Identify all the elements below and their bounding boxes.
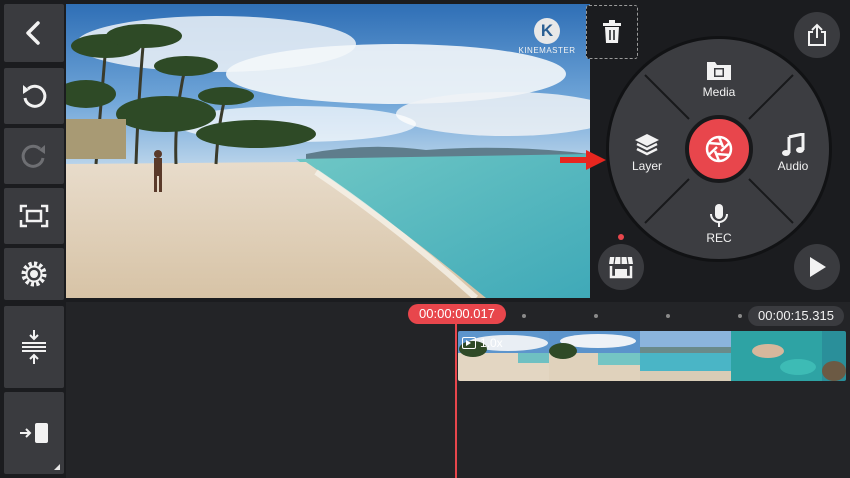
redo-button[interactable]: [4, 128, 64, 184]
thumb-5: [822, 331, 846, 381]
microphone-icon: [710, 204, 728, 227]
play-icon: [810, 257, 826, 277]
jump-to-end-icon: [20, 423, 48, 443]
media-label: Media: [702, 85, 736, 99]
back-button[interactable]: [4, 4, 64, 62]
clip-speed-indicator: 1.0x: [462, 336, 503, 350]
chevron-left-icon: [26, 21, 40, 45]
audio-label: Audio: [777, 159, 809, 173]
timeline[interactable]: [66, 302, 850, 478]
thumb-2: [549, 331, 640, 381]
thumb-4: [731, 331, 822, 381]
media-wheel: Media Layer Audio REC: [606, 36, 832, 262]
clip-speed-label: 1.0x: [480, 336, 503, 350]
media-button[interactable]: Media: [689, 59, 749, 103]
kinemaster-watermark: K KINEMASTER: [518, 18, 576, 55]
layers-icon: [635, 134, 659, 156]
playhead[interactable]: [455, 318, 457, 478]
layer-label: Layer: [631, 159, 663, 173]
music-note-icon: [782, 133, 805, 156]
pointer-arrow-icon: [560, 150, 606, 170]
store-icon: [609, 256, 633, 279]
timeline-tick: [738, 314, 742, 318]
timeline-tick: [522, 314, 526, 318]
crop-frame-icon: [19, 204, 49, 228]
undo-icon: [23, 84, 47, 108]
jump-to-end-button[interactable]: [4, 392, 64, 474]
total-time-badge: 00:00:15.315: [748, 306, 844, 326]
corner-indicator: [54, 464, 60, 470]
camera-shutter-icon: [705, 135, 733, 163]
current-time-badge: 00:00:00.017: [408, 304, 506, 324]
timeline-tick: [594, 314, 598, 318]
film-folder-icon: [707, 62, 731, 80]
notification-dot: [618, 234, 624, 240]
clip-thumbnails: [458, 331, 846, 381]
video-clip[interactable]: [458, 331, 846, 381]
undo-button[interactable]: [4, 68, 64, 124]
fit-screen-button[interactable]: [4, 188, 64, 244]
timeline-tick: [666, 314, 670, 318]
timeline-expand-button[interactable]: [4, 306, 64, 388]
audio-button[interactable]: Audio: [763, 133, 823, 177]
asset-store-button[interactable]: [598, 244, 644, 290]
settings-button[interactable]: [4, 248, 64, 300]
beach-scene-image: [66, 4, 590, 298]
rec-label: REC: [706, 231, 732, 245]
redo-icon: [21, 144, 45, 168]
watermark-text: KINEMASTER: [518, 46, 576, 55]
play-button[interactable]: [794, 244, 840, 290]
gear-icon: [21, 261, 47, 287]
capture-button[interactable]: [685, 115, 753, 183]
thumb-3: [640, 331, 731, 381]
layer-button[interactable]: Layer: [617, 133, 677, 177]
video-clip-icon: [462, 337, 476, 349]
video-preview[interactable]: K KINEMASTER: [66, 4, 590, 298]
expand-vertical-icon: [22, 330, 46, 364]
rec-button[interactable]: REC: [689, 203, 749, 247]
kinemaster-logo-icon: K: [534, 18, 560, 44]
